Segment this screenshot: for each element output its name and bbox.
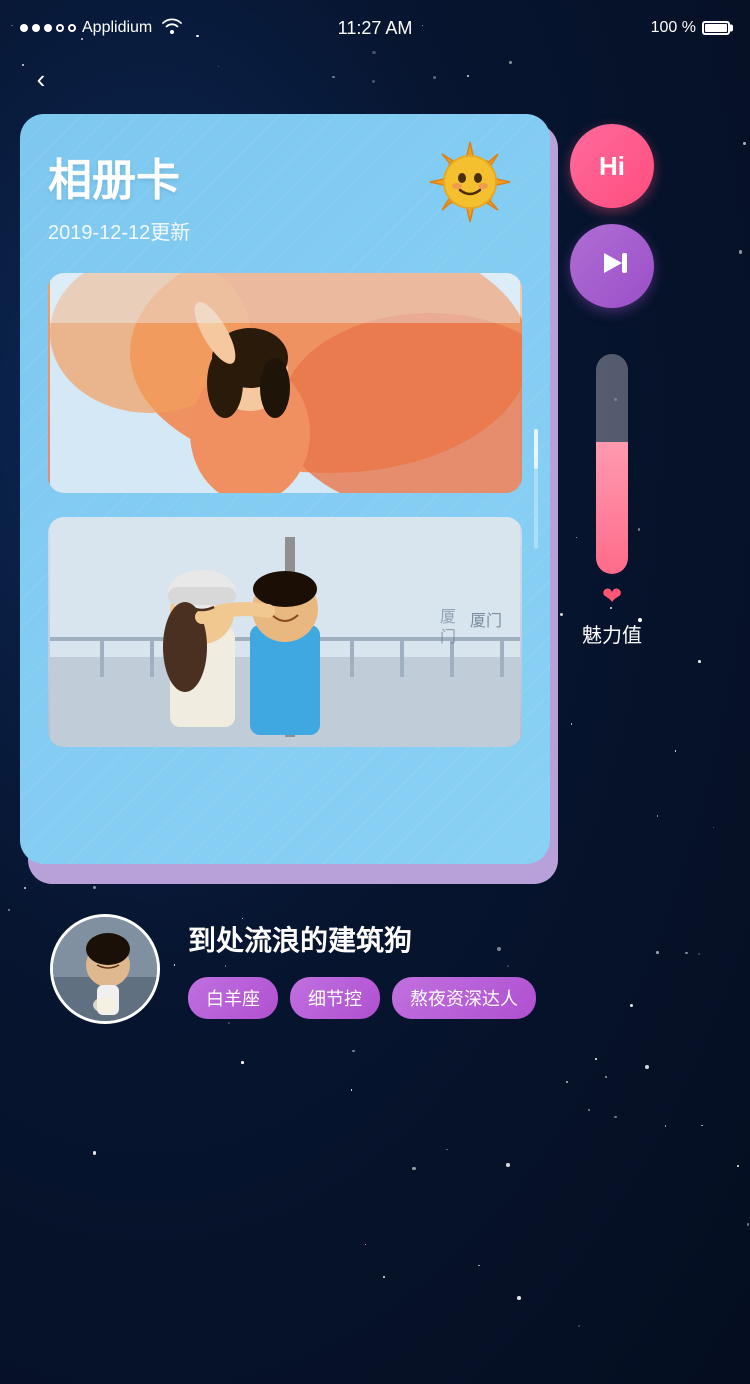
tag-zodiac[interactable]: 白羊座 xyxy=(188,977,278,1019)
wifi-icon xyxy=(162,18,182,39)
svg-text:厦: 厦 xyxy=(440,609,456,626)
main-content: 相册卡 2019-12-12更新 xyxy=(0,114,750,1024)
user-info: 到处流浪的建筑狗 白羊座 细节控 熬夜资深达人 xyxy=(188,919,700,1019)
card-scrollbar-thumb xyxy=(534,429,538,469)
tag-detail[interactable]: 细节控 xyxy=(290,977,380,1019)
hi-button-label: Hi xyxy=(599,151,625,182)
play-button[interactable] xyxy=(570,224,654,308)
card-scrollbar[interactable] xyxy=(534,429,538,549)
battery-percent: 100 % xyxy=(651,19,696,37)
signal-dot-4 xyxy=(56,24,64,32)
status-bar: Applidium 11:27 AM 100 % xyxy=(0,0,750,50)
photo-panel-2: 厦 门 厦门 xyxy=(48,517,522,747)
status-right: 100 % xyxy=(651,19,730,37)
watermark: 厦门 xyxy=(470,607,502,631)
heart-icon: ❤ xyxy=(602,582,622,611)
signal-dot-5 xyxy=(68,24,76,32)
avatar-image xyxy=(53,917,157,1021)
user-tags: 白羊座 细节控 熬夜资深达人 xyxy=(188,977,700,1019)
charm-label: 魅力值 xyxy=(582,619,642,648)
meter-fill xyxy=(596,442,628,574)
signal-dots xyxy=(20,24,76,32)
avatar[interactable] xyxy=(50,914,160,1024)
back-button[interactable]: ‹ xyxy=(16,54,66,104)
tag-nightowl[interactable]: 熬夜资深达人 xyxy=(392,977,536,1019)
photo-panel-1 xyxy=(48,273,522,493)
status-time: 11:27 AM xyxy=(338,18,413,39)
back-arrow-icon: ‹ xyxy=(37,64,46,95)
status-left: Applidium xyxy=(20,18,182,39)
signal-dot-2 xyxy=(32,24,40,32)
user-section: 到处流浪的建筑狗 白羊座 细节控 熬夜资深达人 xyxy=(20,914,730,1024)
svg-text:门: 门 xyxy=(440,628,456,646)
username: 到处流浪的建筑狗 xyxy=(188,919,700,959)
card-area: 相册卡 2019-12-12更新 xyxy=(20,114,730,864)
carrier-label: Applidium xyxy=(82,19,152,37)
sun-icon xyxy=(426,138,514,226)
signal-dot-1 xyxy=(20,24,28,32)
hi-button[interactable]: Hi xyxy=(570,124,654,208)
album-card: 相册卡 2019-12-12更新 xyxy=(20,114,550,864)
play-icon xyxy=(594,245,630,288)
charm-meter: ❤ 魅力值 xyxy=(582,354,642,648)
battery-icon xyxy=(702,21,730,35)
meter-track xyxy=(596,354,628,574)
right-panel: Hi ❤ 魅力值 xyxy=(570,124,654,648)
signal-dot-3 xyxy=(44,24,52,32)
